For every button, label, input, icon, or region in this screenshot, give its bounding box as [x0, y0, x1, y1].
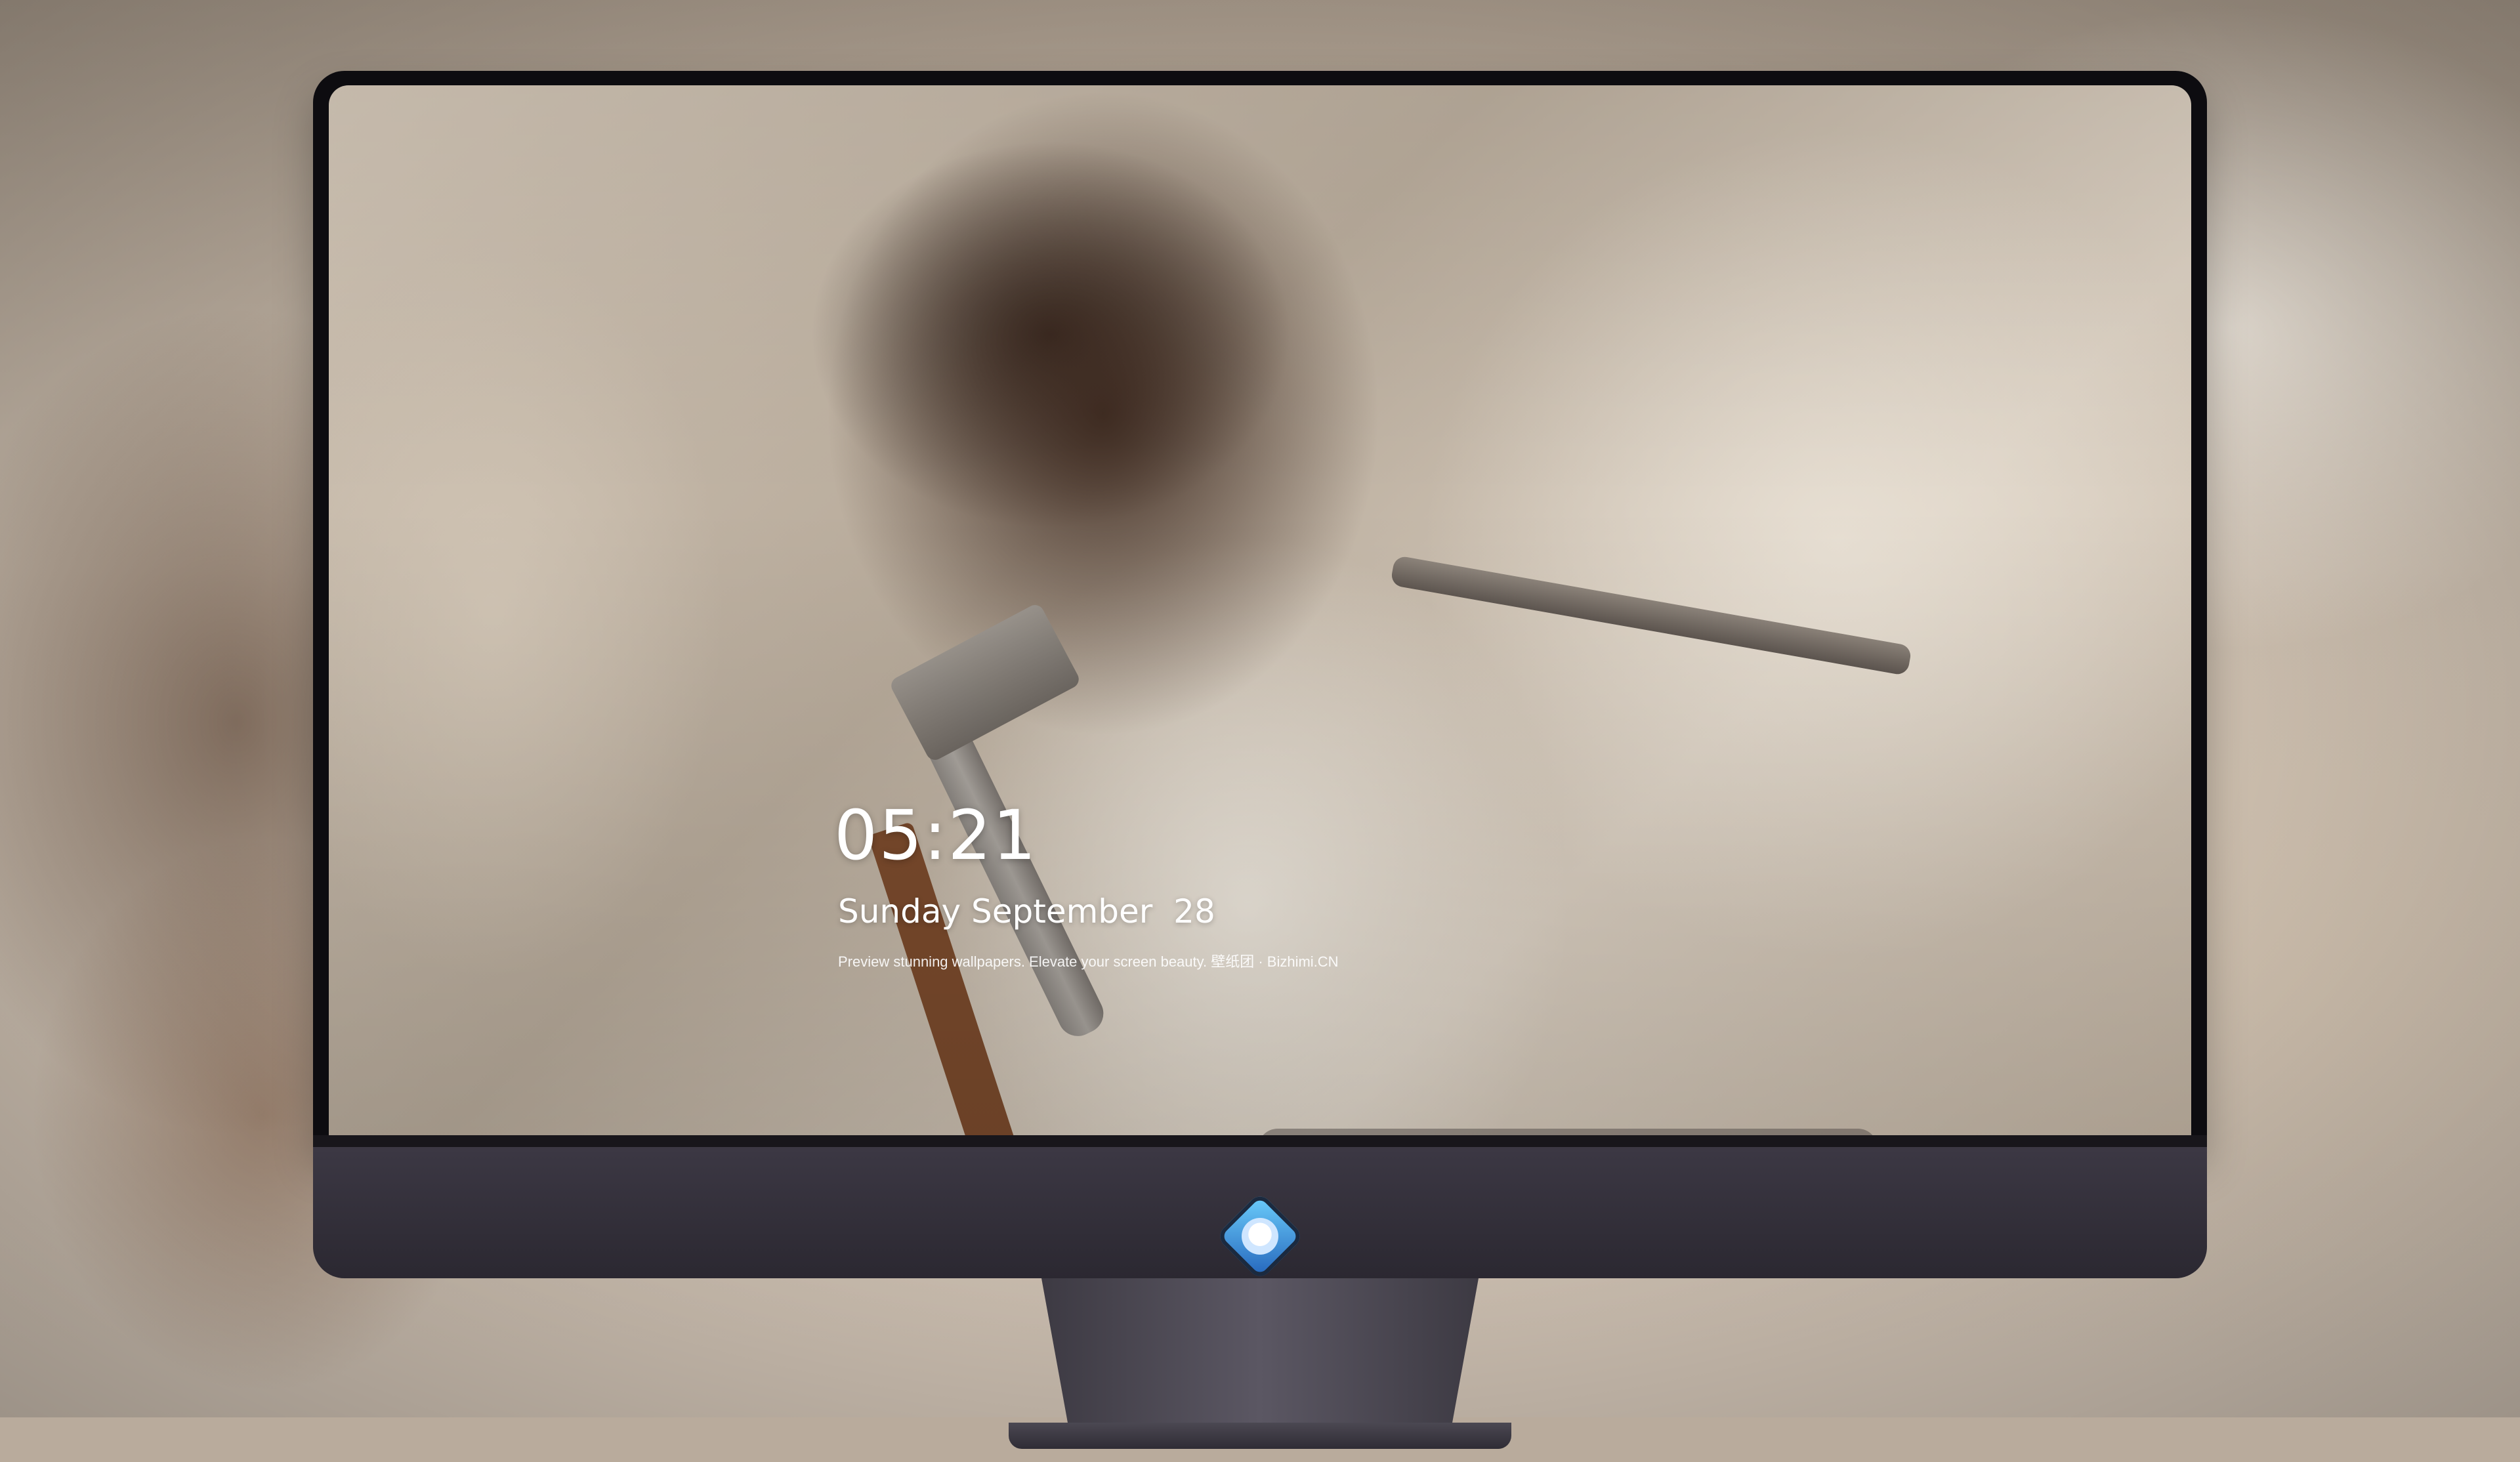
lock-clock: 05:21 [834, 795, 1038, 875]
monitor-chin [313, 1147, 2207, 1281]
monitor-chin-edge [313, 1135, 2207, 1147]
screen-wallpaper: 05:21 Sunday September 28 Preview stunni… [329, 85, 2191, 1135]
stand-neck [1041, 1278, 1479, 1423]
stand-base [1009, 1423, 1511, 1449]
brand-mascot-icon [1242, 1218, 1278, 1255]
wallpaper-shade [329, 85, 2191, 1135]
wallpaper-caption: Preview stunning wallpapers. Elevate you… [838, 953, 1339, 970]
monitor: 05:21 Sunday September 28 Preview stunni… [313, 71, 2207, 1449]
monitor-bezel: 05:21 Sunday September 28 Preview stunni… [313, 71, 2207, 1147]
lock-date: Sunday September 28 [838, 892, 1215, 930]
monitor-stand [1009, 1278, 1511, 1462]
